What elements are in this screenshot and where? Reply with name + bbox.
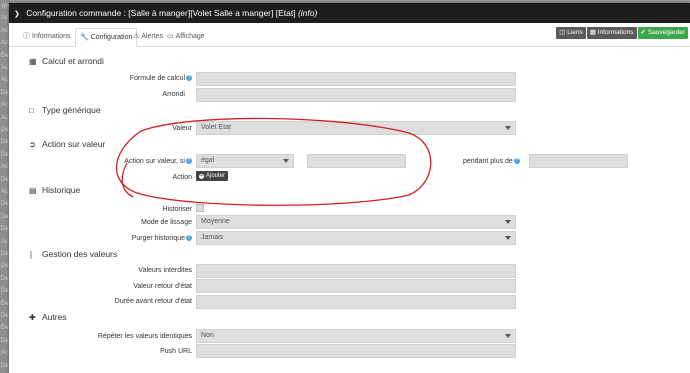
lissage-label: Mode de lissage xyxy=(141,219,192,226)
tab-configuration[interactable]: 🔧 Configuration xyxy=(75,28,138,47)
dialog-title: Configuration commande : [Salle à manger… xyxy=(26,8,296,18)
sign-in-icon: ➲ xyxy=(29,140,36,149)
bar-chart-icon: ▤ xyxy=(29,186,37,195)
action-label: Action xyxy=(172,174,192,181)
caret-down-icon xyxy=(283,159,289,163)
plus-icon: ✚ xyxy=(29,313,36,322)
thermometer-icon: ∣ xyxy=(29,250,33,259)
file-icon: □ xyxy=(29,106,34,115)
header-buttons: ◫ Liens ▦ Informations ✔ Sauvegarder xyxy=(556,27,688,39)
duree-retour-label: Durée avant retour d'état xyxy=(114,298,192,305)
retour-etat-label: Valeur retour d'état xyxy=(133,283,192,290)
warning-icon: ⚠ xyxy=(133,33,140,40)
arrondi-label: Arrondi xyxy=(162,91,185,98)
pendant-label: pendant plus de? xyxy=(463,158,520,165)
section-calcul: ▦ Calcul et arrondi xyxy=(29,56,104,66)
retour-etat-input[interactable] xyxy=(196,279,516,293)
push-url-label: Push URL xyxy=(160,348,192,355)
link-icon: ◫ xyxy=(559,29,566,36)
help-icon: ? xyxy=(513,158,520,164)
compare-value-input[interactable] xyxy=(307,154,406,168)
valeur-select[interactable]: Volet Etat xyxy=(196,121,516,135)
configuration-dialog: ❯ Configuration commande : [Salle à mang… xyxy=(9,3,690,373)
lissage-select[interactable]: Moyenne xyxy=(196,215,516,229)
table-icon: ▦ xyxy=(589,29,596,36)
tab-affichage[interactable]: ▭ Affichage xyxy=(163,28,209,47)
save-button[interactable]: ✔ Sauvegarder xyxy=(637,27,688,39)
section-action: ➲ Action sur valeur xyxy=(29,139,106,149)
purger-label: Purger historique? xyxy=(131,235,192,242)
caret-down-icon xyxy=(505,334,511,338)
red-annotation-circle xyxy=(115,117,432,206)
liens-button[interactable]: ◫ Liens xyxy=(556,27,586,39)
purger-select[interactable]: Jamais xyxy=(196,231,516,245)
dialog-titlebar[interactable]: ❯ Configuration commande : [Salle à mang… xyxy=(9,3,690,23)
table-icon: ▦ xyxy=(29,57,37,66)
tab-informations[interactable]: ⓘ Informations xyxy=(19,28,75,47)
chevron-right-icon: ❯ xyxy=(14,11,20,18)
dialog-title-type: (info) xyxy=(297,8,318,18)
help-icon: ? xyxy=(186,235,192,241)
arrondi-input[interactable] xyxy=(196,88,516,102)
section-gestion: ∣ Gestion des valeurs xyxy=(29,249,118,259)
valeurs-interdites-label: Valeurs interdites xyxy=(138,267,192,274)
plus-circle-icon: + xyxy=(199,173,204,179)
info-circle-icon: ⓘ xyxy=(23,33,30,40)
push-url-input[interactable] xyxy=(196,344,516,358)
formule-label: Formule de calcul? xyxy=(129,75,192,82)
operator-select[interactable]: égal xyxy=(196,154,294,168)
pendant-input[interactable] xyxy=(529,154,628,168)
repeter-label: Répéter les valeurs identiques xyxy=(97,333,192,340)
caret-down-icon xyxy=(505,126,511,130)
historiser-label: Historiser xyxy=(162,206,192,213)
add-action-button[interactable]: + Ajouter xyxy=(196,171,229,181)
section-autres: ✚ Autres xyxy=(29,312,67,322)
duree-retour-input[interactable] xyxy=(196,295,516,309)
historiser-checkbox[interactable] xyxy=(196,204,204,212)
wrench-icon: 🔧 xyxy=(80,34,89,41)
valeurs-interdites-input[interactable] xyxy=(196,264,516,278)
tab-alertes[interactable]: ⚠ Alertes xyxy=(129,28,167,47)
valeur-label: Valeur xyxy=(172,125,192,132)
caret-down-icon xyxy=(505,236,511,240)
action-condition-label: Action sur valeur, si? xyxy=(124,158,192,165)
section-historique: ▤ Historique xyxy=(29,185,81,195)
check-circle-icon: ✔ xyxy=(640,29,646,36)
desktop-icon: ▭ xyxy=(167,33,174,40)
informations-button[interactable]: ▦ Informations xyxy=(586,27,637,39)
repeter-select[interactable]: Non xyxy=(196,329,516,343)
formule-input[interactable] xyxy=(196,72,516,86)
section-type: □ Type générique xyxy=(29,105,101,115)
help-icon: ? xyxy=(186,158,192,164)
help-icon: ? xyxy=(186,75,192,81)
caret-down-icon xyxy=(505,220,511,224)
